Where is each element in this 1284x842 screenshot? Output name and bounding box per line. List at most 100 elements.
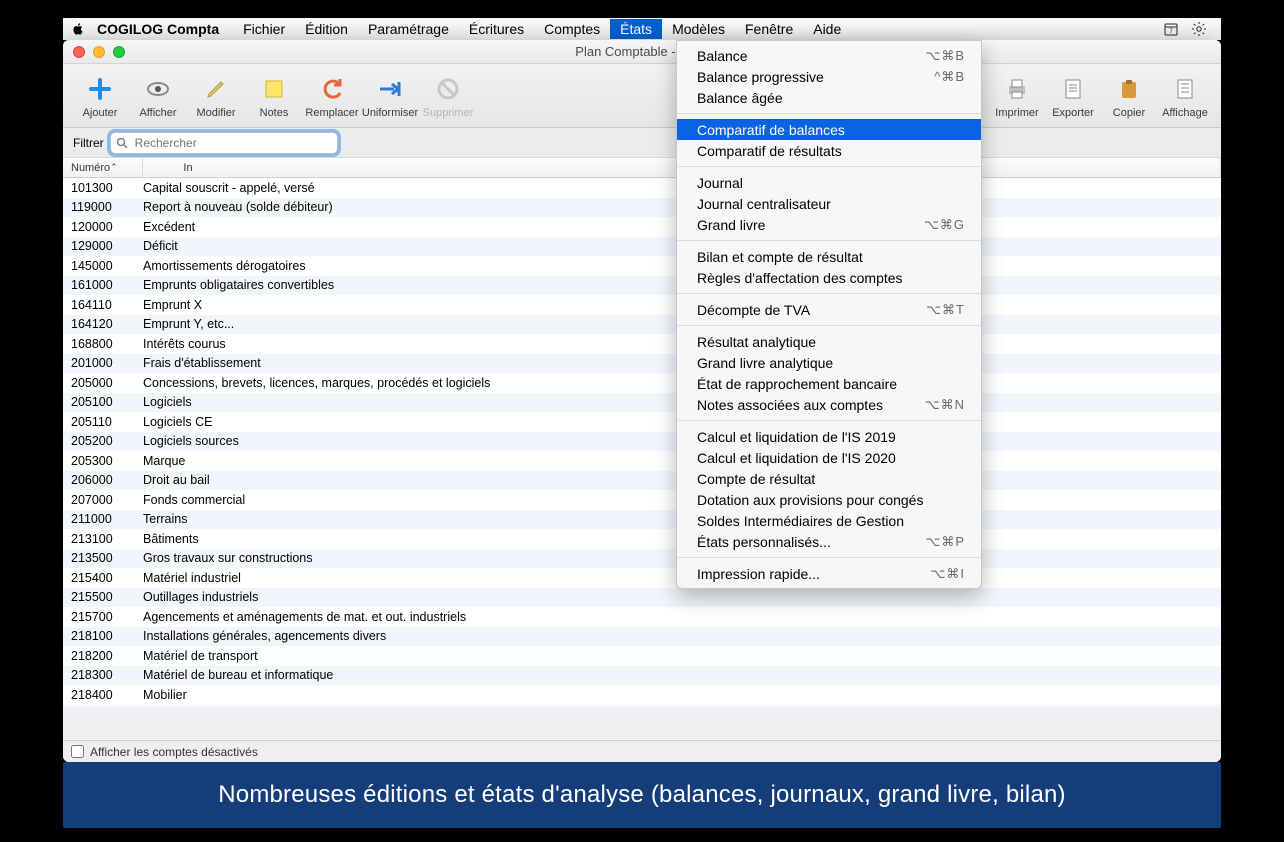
toolbar-remplacer-button[interactable]: Remplacer [303,73,361,119]
toolbar-ajouter-label: Ajouter [83,107,118,119]
supprimer-icon [432,73,464,105]
table-row[interactable]: 231810Immobilisation en cours [63,705,1221,709]
menubar-item-paramétrage[interactable]: Paramétrage [358,19,459,39]
menubar-item-écritures[interactable]: Écritures [459,19,534,39]
table-row[interactable]: 120000Excédent [63,217,1221,237]
table-row[interactable]: 168800Intérêts courus [63,334,1221,354]
cell-numero: 213100 [63,532,143,546]
minimize-window-button[interactable] [93,46,105,58]
table-row[interactable]: 201000Frais d'établissement [63,354,1221,374]
table-row[interactable]: 218100Installations générales, agencemen… [63,627,1221,647]
toolbar-modifier-button[interactable]: Modifier [187,73,245,119]
search-input[interactable] [110,132,338,154]
table-row[interactable]: 213500Gros travaux sur constructions [63,549,1221,569]
menu-item[interactable]: Impression rapide...⌥⌘I [677,563,981,584]
toolbar-afficher-button[interactable]: Afficher [129,73,187,119]
cell-intitule: Matériel de bureau et informatique [143,668,1221,682]
table-row[interactable]: 205000Concessions, brevets, licences, ma… [63,373,1221,393]
table-row[interactable]: 205100Logiciels [63,393,1221,413]
menu-item[interactable]: Calcul et liquidation de l'IS 2020 [677,447,981,468]
table-row[interactable]: 205300Marque [63,451,1221,471]
toolbar-affichage-button[interactable]: Affichage [1157,73,1213,119]
menu-item[interactable]: Grand livre⌥⌘G [677,214,981,235]
apple-logo-icon[interactable] [71,22,85,36]
table-row[interactable]: 164120Emprunt Y, etc... [63,315,1221,335]
table-body[interactable]: 101300Capital souscrit - appelé, versé11… [63,178,1221,708]
table-row[interactable]: 207000Fonds commercial [63,490,1221,510]
toolbar-imprimer-button[interactable]: Imprimer [989,73,1045,119]
cell-intitule: Outillages industriels [143,590,1221,604]
table-row[interactable]: 218300Matériel de bureau et informatique [63,666,1221,686]
toolbar-exporter-button[interactable]: Exporter [1045,73,1101,119]
menu-item[interactable]: Grand livre analytique [677,352,981,373]
menubar-item-fichier[interactable]: Fichier [233,19,295,39]
toolbar-supprimer-label: Supprimer [423,107,474,119]
table-row[interactable]: 213100Bâtiments [63,529,1221,549]
app-name[interactable]: COGILOG Compta [97,21,219,37]
toolbar-ajouter-button[interactable]: Ajouter [71,73,129,119]
menu-item[interactable]: Compte de résultat [677,468,981,489]
menubar-item-états[interactable]: États [610,19,662,39]
menu-item[interactable]: Résultat analytique [677,331,981,352]
table-row[interactable]: 119000Report à nouveau (solde débiteur) [63,198,1221,218]
menu-item[interactable]: Comparatif de balances [677,119,981,140]
menu-item[interactable]: Comparatif de résultats [677,140,981,161]
menubar-item-modèles[interactable]: Modèles [662,19,735,39]
cell-intitule: Mobilier [143,688,1221,702]
cell-numero: 161000 [63,278,143,292]
column-header-numero[interactable]: Numéro [63,158,143,177]
table-row[interactable]: 206000Droit au bail [63,471,1221,491]
menubar-item-aide[interactable]: Aide [803,19,851,39]
menubar-item-comptes[interactable]: Comptes [534,19,610,39]
table-row[interactable]: 211000Terrains [63,510,1221,530]
menubar-item-fenêtre[interactable]: Fenêtre [735,19,803,39]
menu-item[interactable]: Balance progressive^⌘B [677,66,981,87]
zoom-window-button[interactable] [113,46,125,58]
table-row[interactable]: 218200Matériel de transport [63,646,1221,666]
table-row[interactable]: 129000Déficit [63,237,1221,257]
menu-item-shortcut: ⌥⌘B [925,48,965,64]
menu-item[interactable]: Bilan et compte de résultat [677,246,981,267]
menu-item[interactable]: Balance âgée [677,87,981,108]
gear-icon[interactable] [1191,21,1207,37]
menu-item[interactable]: Soldes Intermédiaires de Gestion [677,510,981,531]
table-row[interactable]: 145000Amortissements dérogatoires [63,256,1221,276]
table-row[interactable]: 215400Matériel industriel [63,568,1221,588]
imprimer-icon [1001,73,1033,105]
remplacer-icon [316,73,348,105]
menu-item[interactable]: Calcul et liquidation de l'IS 2019 [677,426,981,447]
menu-item-label: Balance progressive [697,69,934,85]
menubar-item-édition[interactable]: Édition [295,19,358,39]
table-row[interactable]: 205200Logiciels sources [63,432,1221,452]
menu-item[interactable]: Balance⌥⌘B [677,45,981,66]
table-row[interactable]: 218400Mobilier [63,685,1221,705]
cell-numero: 215400 [63,571,143,585]
menu-item[interactable]: État de rapprochement bancaire [677,373,981,394]
table-row[interactable]: 101300Capital souscrit - appelé, versé [63,178,1221,198]
cell-numero: 145000 [63,259,143,273]
table-row[interactable]: 215700Agencements et aménagements de mat… [63,607,1221,627]
menu-item[interactable]: Règles d'affectation des comptes [677,267,981,288]
menu-item[interactable]: Décompte de TVA⌥⌘T [677,299,981,320]
cell-numero: 215500 [63,590,143,604]
calendar-icon[interactable]: 7 [1163,21,1179,37]
table-row[interactable]: 205110Logiciels CE [63,412,1221,432]
toolbar-copier-button[interactable]: Copier [1101,73,1157,119]
show-disabled-accounts-checkbox[interactable] [71,745,84,758]
table-row[interactable]: 215500Outillages industriels [63,588,1221,608]
menu-item[interactable]: Journal [677,172,981,193]
menu-item-label: Balance âgée [697,90,965,106]
cell-numero: 205000 [63,376,143,390]
menu-item-shortcut: ⌥⌘I [930,566,965,582]
table-row[interactable]: 161000Emprunts obligataires convertibles [63,276,1221,296]
filter-label: Filtrer [73,136,104,150]
caption-banner: Nombreuses éditions et états d'analyse (… [63,762,1221,828]
toolbar-uniformiser-button[interactable]: Uniformiser [361,73,419,119]
menu-item[interactable]: Dotation aux provisions pour congés [677,489,981,510]
close-window-button[interactable] [73,46,85,58]
toolbar-notes-button[interactable]: Notes [245,73,303,119]
menu-item[interactable]: Journal centralisateur [677,193,981,214]
table-row[interactable]: 164110Emprunt X [63,295,1221,315]
menu-item[interactable]: Notes associées aux comptes⌥⌘N [677,394,981,415]
menu-item[interactable]: États personnalisés...⌥⌘P [677,531,981,552]
